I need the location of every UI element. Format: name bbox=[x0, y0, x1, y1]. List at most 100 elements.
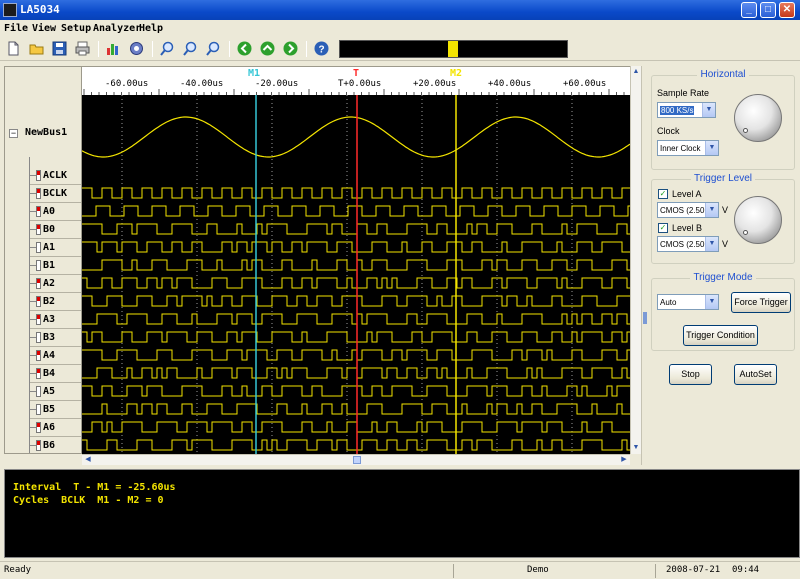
arrow-right-icon[interactable] bbox=[282, 40, 299, 57]
chevron-down-icon[interactable]: ▼ bbox=[705, 203, 718, 217]
channel-row[interactable]: A4 bbox=[5, 337, 81, 365]
time-ruler[interactable]: -60.00us -40.00us -20.00us T+0.00us +20.… bbox=[82, 66, 630, 96]
channel-row[interactable]: B5 bbox=[5, 391, 81, 419]
chevron-down-icon[interactable]: ▼ bbox=[705, 295, 718, 309]
chevron-down-icon[interactable]: ▼ bbox=[702, 103, 715, 117]
stop-button[interactable]: Stop bbox=[669, 364, 712, 385]
arrow-up-icon[interactable] bbox=[259, 40, 276, 57]
help-icon[interactable]: ? bbox=[313, 40, 330, 57]
menu-analyzer[interactable]: Analyzer bbox=[93, 23, 141, 34]
tree-branch bbox=[29, 427, 36, 428]
minimize-button[interactable]: _ bbox=[741, 2, 757, 18]
digital-trace-a0 bbox=[82, 223, 630, 235]
menu-setup[interactable]: Setup bbox=[61, 23, 91, 34]
print-icon[interactable] bbox=[74, 40, 91, 57]
probe-icon bbox=[36, 440, 41, 451]
tree-branch bbox=[29, 283, 36, 284]
horizontal-scrollbar[interactable]: ◀ ▶ bbox=[82, 454, 630, 465]
trigger-mode-title: Trigger Mode bbox=[690, 272, 756, 283]
channel-label: A2 bbox=[43, 278, 56, 289]
menu-view[interactable]: View bbox=[32, 23, 56, 34]
scroll-thumb[interactable] bbox=[353, 456, 361, 464]
channel-label: A5 bbox=[43, 386, 56, 397]
clock-select[interactable]: Inner Clock ▼ bbox=[657, 140, 719, 156]
sample-rate-select[interactable]: 800 KS/s ▼ bbox=[657, 102, 716, 118]
scroll-right-icon[interactable]: ▶ bbox=[619, 455, 629, 465]
channel-row[interactable]: B2 bbox=[5, 283, 81, 311]
timebase-knob[interactable] bbox=[734, 94, 782, 142]
control-panel: Horizontal Sample Rate 800 KS/s ▼ Clock I… bbox=[647, 62, 800, 468]
probe-icon bbox=[36, 296, 41, 307]
zoom-in-icon[interactable] bbox=[159, 40, 176, 57]
level-a-checkbox[interactable]: ✓ bbox=[658, 189, 668, 199]
channel-row[interactable]: BCLK bbox=[5, 175, 81, 203]
probe-icon bbox=[36, 242, 41, 253]
waveform-display[interactable] bbox=[82, 95, 630, 454]
save-icon[interactable] bbox=[51, 40, 68, 57]
menu-help[interactable]: Help bbox=[139, 23, 163, 34]
trigger-mode-select[interactable]: Auto ▼ bbox=[657, 294, 719, 310]
scroll-up-icon[interactable]: ▲ bbox=[631, 67, 641, 77]
tree-branch bbox=[29, 391, 36, 392]
status-date: 2008-07-21 bbox=[666, 565, 721, 575]
bus-row[interactable]: − NewBus1 bbox=[5, 127, 81, 141]
zoom-fit-icon[interactable] bbox=[205, 40, 222, 57]
autoset-button[interactable]: AutoSet bbox=[734, 364, 777, 385]
channel-label: B2 bbox=[43, 296, 56, 307]
settings-gear-icon[interactable] bbox=[128, 40, 145, 57]
probe-icon bbox=[36, 260, 41, 271]
channel-row[interactable]: B3 bbox=[5, 319, 81, 347]
force-trigger-button[interactable]: Force Trigger bbox=[731, 292, 791, 313]
overview-position-marker[interactable] bbox=[448, 41, 458, 57]
level-b-label: Level B bbox=[672, 223, 703, 233]
channel-row[interactable]: B4 bbox=[5, 355, 81, 383]
chevron-down-icon[interactable]: ▼ bbox=[705, 237, 718, 251]
knob-indicator bbox=[743, 230, 748, 235]
level-b-select[interactable]: CMOS (2.50 ▼ bbox=[657, 236, 719, 252]
bar-chart-icon[interactable] bbox=[105, 40, 122, 57]
collapse-toggle-icon[interactable]: − bbox=[9, 129, 18, 138]
level-b-checkbox[interactable]: ✓ bbox=[658, 223, 668, 233]
probe-icon bbox=[36, 404, 41, 415]
new-file-icon[interactable] bbox=[5, 40, 22, 57]
channel-label: B5 bbox=[43, 404, 56, 415]
status-mode: Demo bbox=[527, 565, 549, 575]
channel-label: B0 bbox=[43, 224, 56, 235]
clock-label: Clock bbox=[657, 126, 680, 136]
overview-bar[interactable] bbox=[339, 40, 568, 58]
channel-row[interactable]: B6 bbox=[5, 427, 81, 453]
vertical-scrollbar[interactable]: ▲ ▼ bbox=[630, 66, 641, 454]
chevron-down-icon[interactable]: ▼ bbox=[705, 141, 718, 155]
digital-trace-a6 bbox=[82, 439, 630, 451]
channel-row[interactable]: A6 bbox=[5, 409, 81, 437]
level-a-label: Level A bbox=[672, 189, 702, 199]
channel-row[interactable]: A3 bbox=[5, 301, 81, 329]
close-button[interactable]: ✕ bbox=[779, 2, 795, 18]
trigger-level-knob[interactable] bbox=[734, 196, 782, 244]
open-folder-icon[interactable] bbox=[28, 40, 45, 57]
maximize-button[interactable]: □ bbox=[760, 2, 776, 18]
channel-row[interactable]: B1 bbox=[5, 247, 81, 275]
channel-row[interactable]: A1 bbox=[5, 229, 81, 257]
channel-row[interactable]: A0 bbox=[5, 193, 81, 221]
scroll-left-icon[interactable]: ◀ bbox=[83, 455, 93, 465]
zoom-out-icon[interactable] bbox=[182, 40, 199, 57]
cursor-m2-flag[interactable]: M2 bbox=[450, 68, 462, 79]
scroll-down-icon[interactable]: ▼ bbox=[631, 443, 641, 453]
channel-row[interactable]: A2 bbox=[5, 265, 81, 293]
channel-row[interactable]: B0 bbox=[5, 211, 81, 239]
channel-label: A0 bbox=[43, 206, 56, 217]
knob-indicator bbox=[743, 128, 748, 133]
channel-row[interactable]: A5 bbox=[5, 373, 81, 401]
cursor-t-flag[interactable]: T bbox=[353, 68, 359, 79]
trigger-condition-button[interactable]: Trigger Condition bbox=[683, 325, 758, 346]
waveform-canvas[interactable] bbox=[82, 95, 630, 454]
menu-bar: File View Setup Analyzer Help bbox=[0, 20, 800, 37]
menu-file[interactable]: File bbox=[4, 23, 28, 34]
arrow-left-icon[interactable] bbox=[236, 40, 253, 57]
cursor-m1-flag[interactable]: M1 bbox=[248, 68, 260, 79]
bus-name: NewBus1 bbox=[25, 127, 68, 138]
digital-trace-aclk bbox=[82, 187, 630, 199]
channel-row[interactable]: ACLK bbox=[5, 157, 81, 185]
level-a-select[interactable]: CMOS (2.50 ▼ bbox=[657, 202, 719, 218]
